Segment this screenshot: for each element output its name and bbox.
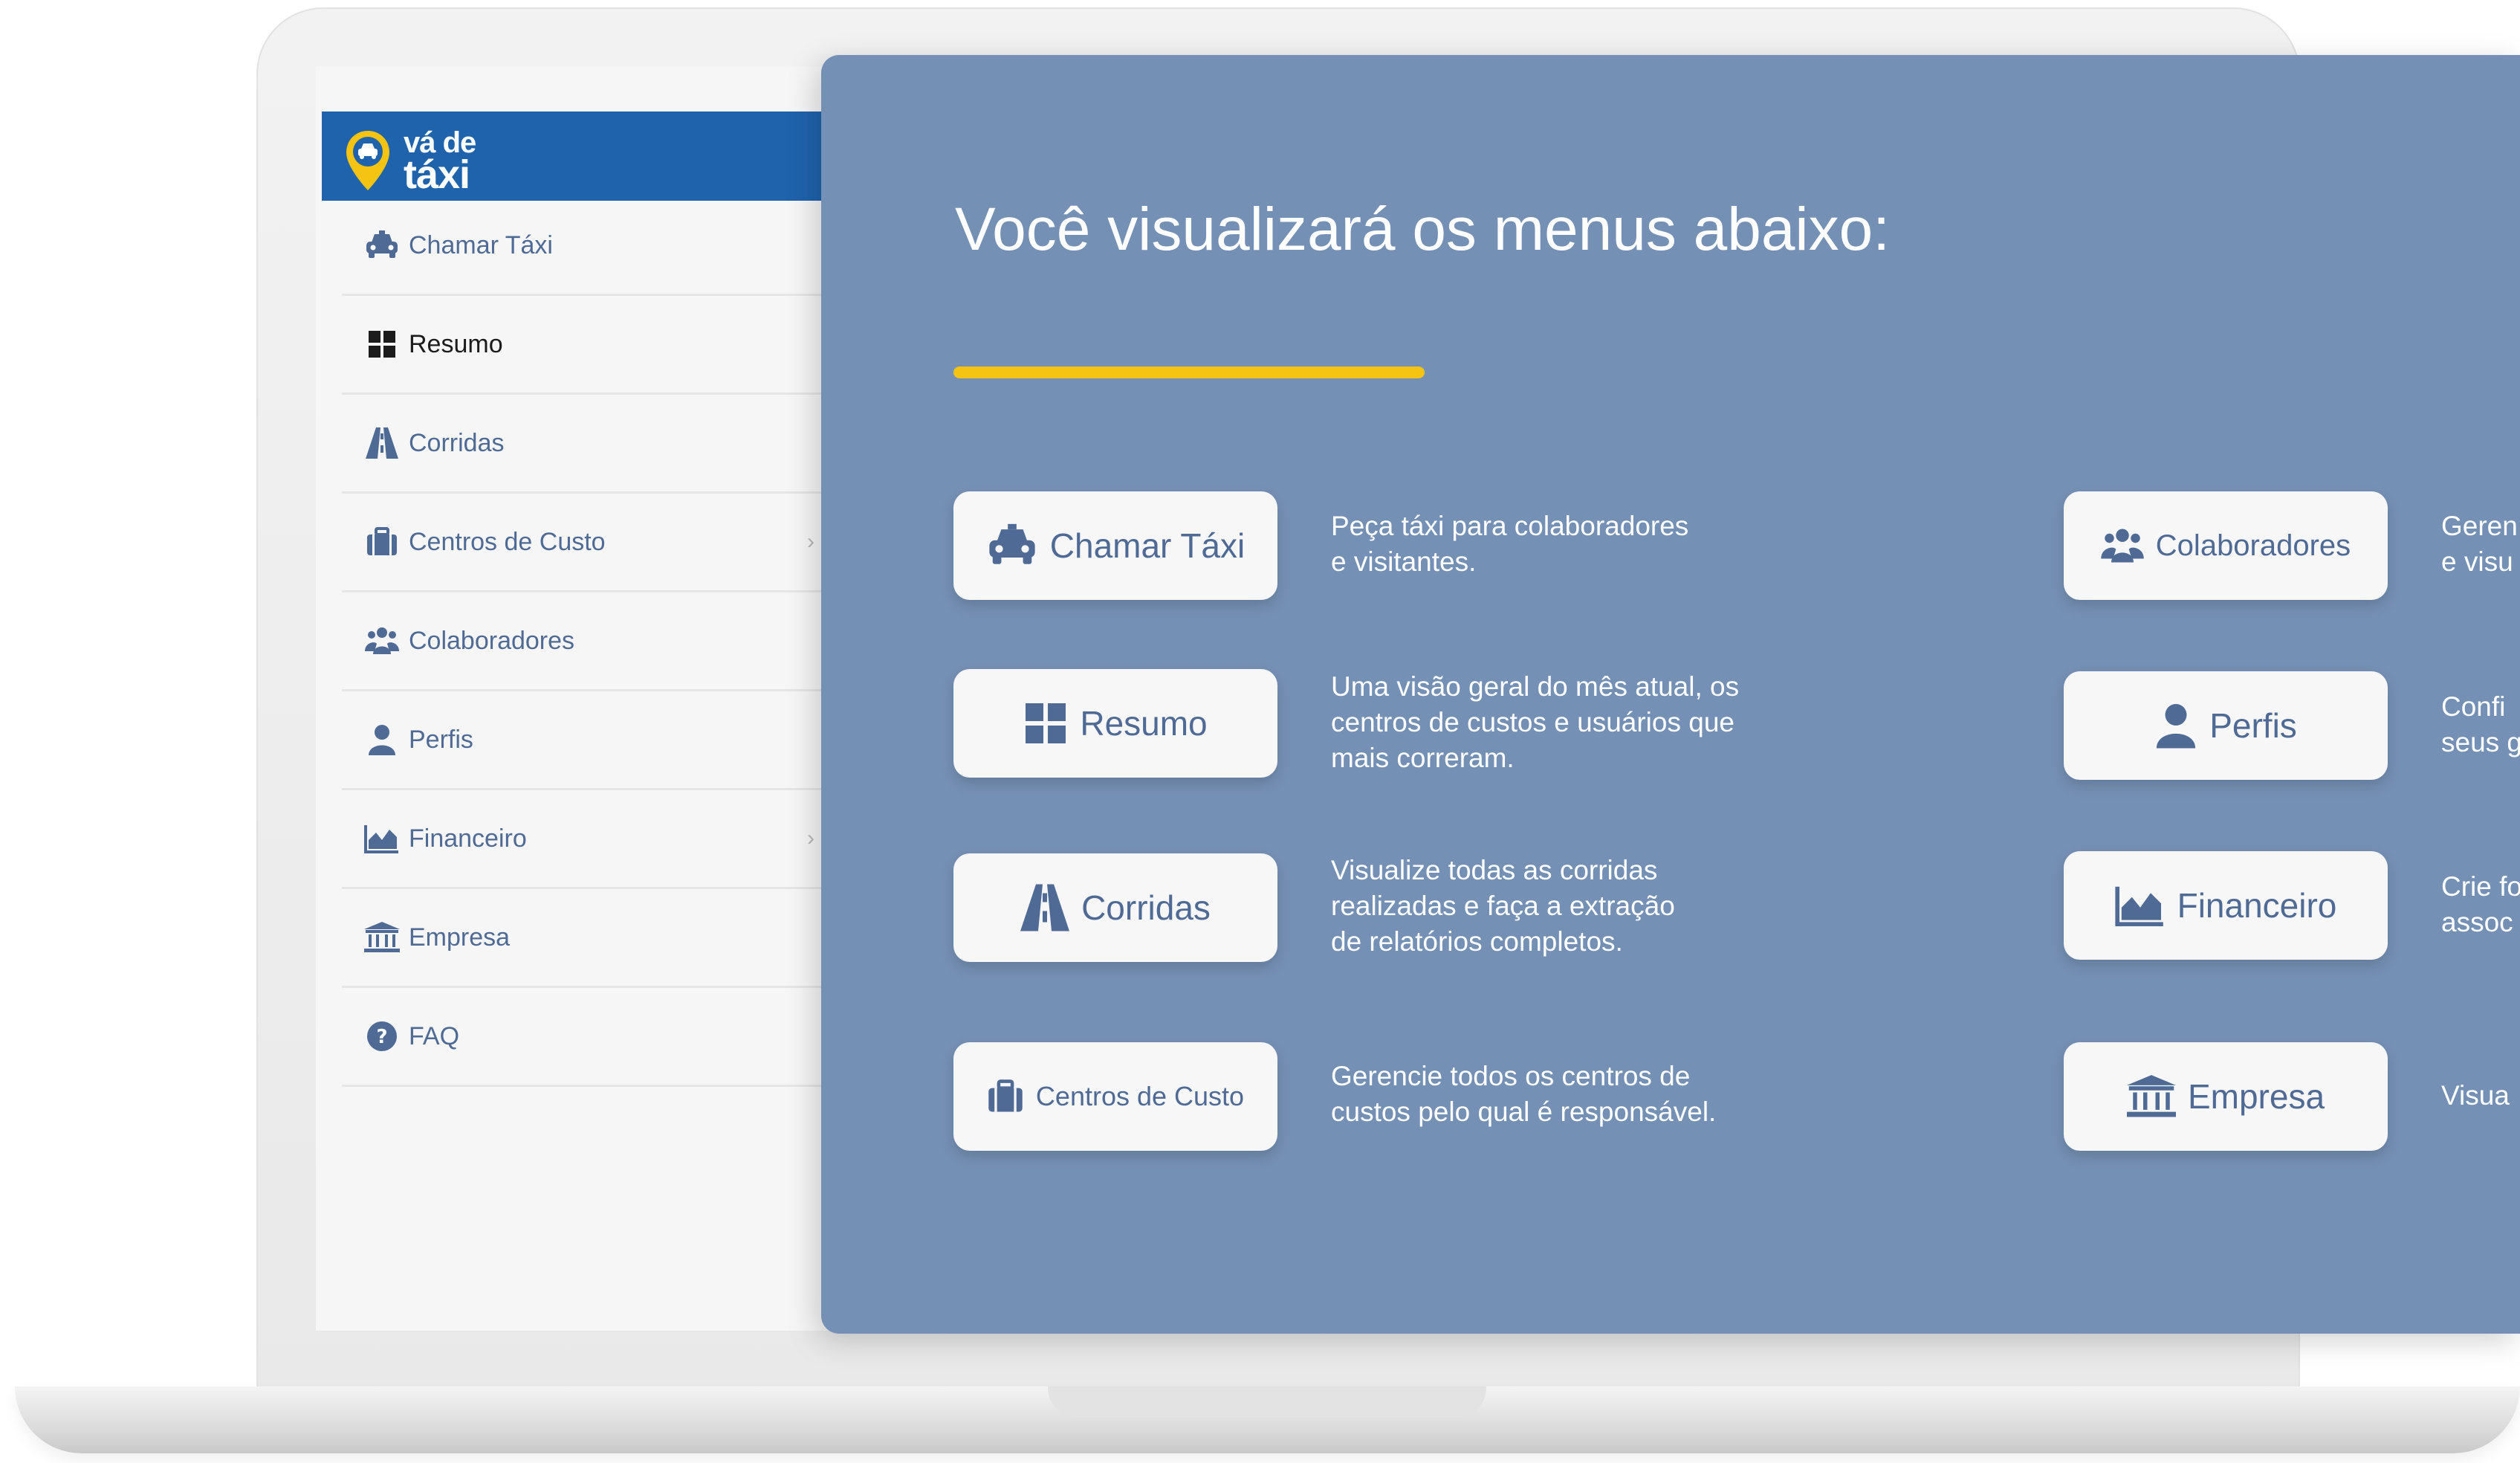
card-label: Financeiro (2177, 886, 2337, 925)
card-empresa[interactable]: Empresa (2064, 1042, 2388, 1151)
sidebar-item-label: Chamar Táxi (409, 230, 553, 259)
users-icon (364, 624, 400, 657)
briefcase-icon (364, 526, 400, 558)
road-icon (1020, 884, 1070, 931)
sidebar-item-faq[interactable]: ? FAQ (342, 988, 825, 1087)
chart-area-icon (364, 822, 400, 855)
logo-text-line2: táxi (404, 152, 470, 197)
sidebar-menu: Chamar Táxi Resumo Corridas Centros de C… (342, 197, 825, 1087)
user-icon (2154, 703, 2197, 749)
road-icon (364, 427, 400, 459)
card-description: Peça táxi para colaboradores e visitante… (1331, 511, 1689, 577)
card-description: Geren e visu (2441, 511, 2518, 577)
chevron-right-icon[interactable]: › (807, 529, 814, 555)
accent-bar (953, 366, 1425, 378)
card-label: Centros de Custo (1035, 1081, 1245, 1111)
sidebar-item-label: Colaboradores (409, 626, 575, 655)
card-centros-de-custo[interactable]: Centros de Custo (953, 1042, 1277, 1151)
sidebar-item-label: Corridas (409, 428, 505, 457)
users-icon (2101, 527, 2144, 564)
grid-icon (1023, 701, 1068, 746)
sidebar-item-financeiro[interactable]: Financeiro › (342, 790, 825, 889)
location-pin-icon (346, 131, 389, 190)
panel-title: Você visualizará os menus abaixo: (955, 196, 1891, 263)
sidebar-item-label: Resumo (409, 329, 503, 358)
card-description: Uma visão geral do mês atual, os centros… (1331, 671, 1740, 773)
sidebar-item-label: Financeiro (409, 824, 527, 853)
card-resumo[interactable]: Resumo (953, 669, 1277, 778)
card-description: Confi seus g (2441, 691, 2520, 758)
card-label: Empresa (2187, 1077, 2325, 1116)
taxi-icon (986, 523, 1038, 568)
card-label: Perfis (2209, 706, 2297, 745)
sidebar-item-label: FAQ (409, 1021, 460, 1050)
question-icon: ? (364, 1020, 400, 1053)
card-label: Chamar Táxi (1049, 526, 1246, 565)
sidebar-item-perfis[interactable]: Perfis (342, 691, 825, 790)
chevron-right-icon[interactable]: › (807, 826, 814, 851)
grid-icon (364, 328, 400, 361)
card-corridas[interactable]: Corridas (953, 853, 1277, 962)
card-financeiro[interactable]: Financeiro (2064, 851, 2388, 960)
sidebar-item-corridas[interactable]: Corridas (342, 395, 825, 494)
card-description: Visualize todas as corridas realizadas e… (1331, 855, 1675, 957)
brand-logo[interactable]: vá de táxi (344, 125, 567, 197)
sidebar-item-centros-de-custo[interactable]: Centros de Custo › (342, 494, 825, 592)
card-description: Crie fo assoc (2441, 871, 2520, 937)
briefcase-icon (987, 1079, 1024, 1114)
sidebar-item-label: Empresa (409, 923, 511, 952)
sidebar-item-label: Perfis (409, 725, 473, 754)
sidebar-item-label: Centros de Custo (409, 527, 606, 556)
taxi-icon (364, 229, 400, 262)
card-label: Colaboradores (2155, 529, 2351, 562)
sidebar-item-colaboradores[interactable]: Colaboradores (342, 592, 825, 691)
bank-icon (364, 921, 400, 954)
bank-icon (2126, 1075, 2176, 1118)
sidebar-item-empresa[interactable]: Empresa (342, 889, 825, 988)
app-header: vá de táxi (322, 112, 827, 201)
card-label: Corridas (1081, 888, 1211, 927)
sidebar-item-chamar-taxi[interactable]: Chamar Táxi (342, 197, 825, 296)
card-description: Gerencie todos os centros de custos pelo… (1331, 1061, 1717, 1127)
card-description: Visua (2441, 1080, 2510, 1111)
sidebar-item-resumo[interactable]: Resumo (342, 296, 825, 395)
card-perfis[interactable]: Perfis (2064, 671, 2388, 780)
laptop-notch (1048, 1386, 1486, 1418)
card-label: Resumo (1080, 704, 1208, 743)
card-colaboradores[interactable]: Colaboradores (2064, 491, 2388, 600)
chart-area-icon (2115, 885, 2166, 926)
svg-text:?: ? (376, 1026, 387, 1048)
user-icon (364, 723, 400, 756)
card-chamar-taxi[interactable]: Chamar Táxi (953, 491, 1277, 600)
